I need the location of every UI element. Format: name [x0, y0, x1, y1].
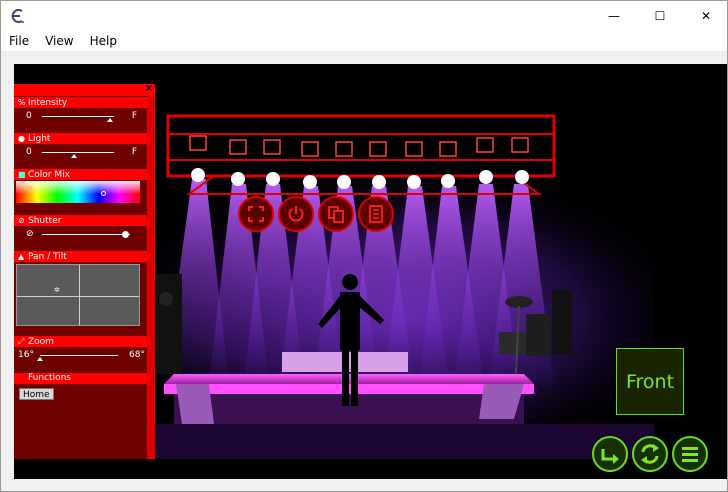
- intensity-header: % Intensity: [14, 97, 147, 108]
- list-button[interactable]: [358, 196, 394, 232]
- pan-tilt-vline: [79, 265, 80, 325]
- triangle-icon: ▲: [18, 252, 25, 261]
- intensity-slider[interactable]: 0 F: [14, 108, 147, 124]
- dot-icon: ●: [18, 134, 25, 143]
- minimize-button[interactable]: —: [591, 1, 637, 31]
- power-button[interactable]: [278, 196, 314, 232]
- light-min: 0: [26, 147, 32, 157]
- zoom-thumb[interactable]: [37, 357, 43, 361]
- switch-icon: [641, 444, 659, 464]
- app-logo-icon: [11, 9, 24, 23]
- menu-help[interactable]: Help: [82, 31, 125, 51]
- app-window: — ☐ ✕ File View Help Front × % Intensity…: [0, 0, 728, 492]
- color-mix-picker[interactable]: [16, 181, 140, 203]
- menu-bar: File View Help: [1, 31, 727, 51]
- shutter-label: Shutter: [28, 216, 62, 226]
- panel-header[interactable]: ×: [14, 84, 155, 96]
- light-slider[interactable]: 0 F: [14, 144, 147, 160]
- close-button[interactable]: ✕: [683, 1, 727, 31]
- functions-header: Functions: [14, 373, 147, 384]
- light-thumb[interactable]: [71, 154, 78, 158]
- intensity-track[interactable]: [42, 116, 114, 117]
- light-header: ● Light: [14, 133, 147, 144]
- control-panel: × % Intensity 0 F ● Light 0 F ■ Color Mix ⊘…: [14, 84, 155, 459]
- fullscreen-icon: [248, 206, 264, 222]
- pan-tilt-label: Pan / Tilt: [28, 252, 67, 262]
- palette-icon: ■: [18, 170, 26, 179]
- zoom-slider[interactable]: 16° 68°: [14, 347, 147, 363]
- shutter-icon: ⊘: [18, 216, 25, 225]
- list-icon: [369, 205, 383, 223]
- panel-close-icon[interactable]: ×: [144, 84, 154, 94]
- intensity-label: Intensity: [28, 98, 68, 108]
- intensity-min: 0: [26, 111, 32, 121]
- copy-button[interactable]: [318, 196, 354, 232]
- stage-viewport: Front × % Intensity 0 F ● Light 0 F ■ Co…: [14, 64, 727, 479]
- shutter-header: ⊘ Shutter: [14, 215, 147, 226]
- menu-view[interactable]: View: [37, 31, 81, 51]
- pan-tilt-marker-icon[interactable]: ✲: [54, 286, 60, 294]
- light-label: Light: [28, 134, 51, 144]
- zoom-icon: ⤢: [18, 337, 25, 346]
- menu-icon: [682, 447, 698, 462]
- fullscreen-button[interactable]: [238, 196, 274, 232]
- menu-file[interactable]: File: [1, 31, 37, 51]
- rotate-arrow-icon: [601, 449, 619, 464]
- pan-tilt-hline: [17, 296, 139, 297]
- shutter-min-icon: ⊘: [26, 229, 34, 239]
- rotate-view-button[interactable]: [592, 436, 628, 472]
- shutter-thumb[interactable]: [122, 231, 129, 238]
- color-mix-label: Color Mix: [28, 170, 70, 180]
- intensity-max: F: [131, 111, 137, 121]
- switch-view-button[interactable]: [632, 436, 668, 472]
- zoom-label: Zoom: [28, 337, 54, 347]
- zoom-track[interactable]: [40, 355, 118, 356]
- percent-icon: %: [18, 98, 26, 107]
- shutter-slider[interactable]: ⊘: [14, 226, 147, 242]
- front-view-button[interactable]: Front: [616, 348, 684, 415]
- copy-icon: [328, 206, 344, 223]
- zoom-max: 68°: [129, 350, 145, 360]
- power-icon: [288, 206, 304, 222]
- menu-button[interactable]: [672, 436, 708, 472]
- color-mix-header: ■ Color Mix: [14, 169, 147, 180]
- zoom-min: 16°: [18, 350, 34, 360]
- shutter-track[interactable]: [42, 234, 130, 235]
- functions-label: Functions: [28, 373, 71, 383]
- light-max: F: [131, 147, 137, 157]
- pan-tilt-pad[interactable]: ✲: [16, 264, 140, 326]
- title-bar: — ☐ ✕: [1, 1, 727, 31]
- color-mix-marker[interactable]: [101, 191, 106, 196]
- light-track[interactable]: [42, 152, 114, 153]
- intensity-thumb[interactable]: [107, 118, 114, 122]
- home-button[interactable]: Home: [19, 388, 54, 400]
- pan-tilt-header: ▲ Pan / Tilt: [14, 251, 147, 262]
- maximize-button[interactable]: ☐: [637, 1, 683, 31]
- left-speaker: [154, 274, 182, 374]
- zoom-header: ⤢ Zoom: [14, 336, 147, 347]
